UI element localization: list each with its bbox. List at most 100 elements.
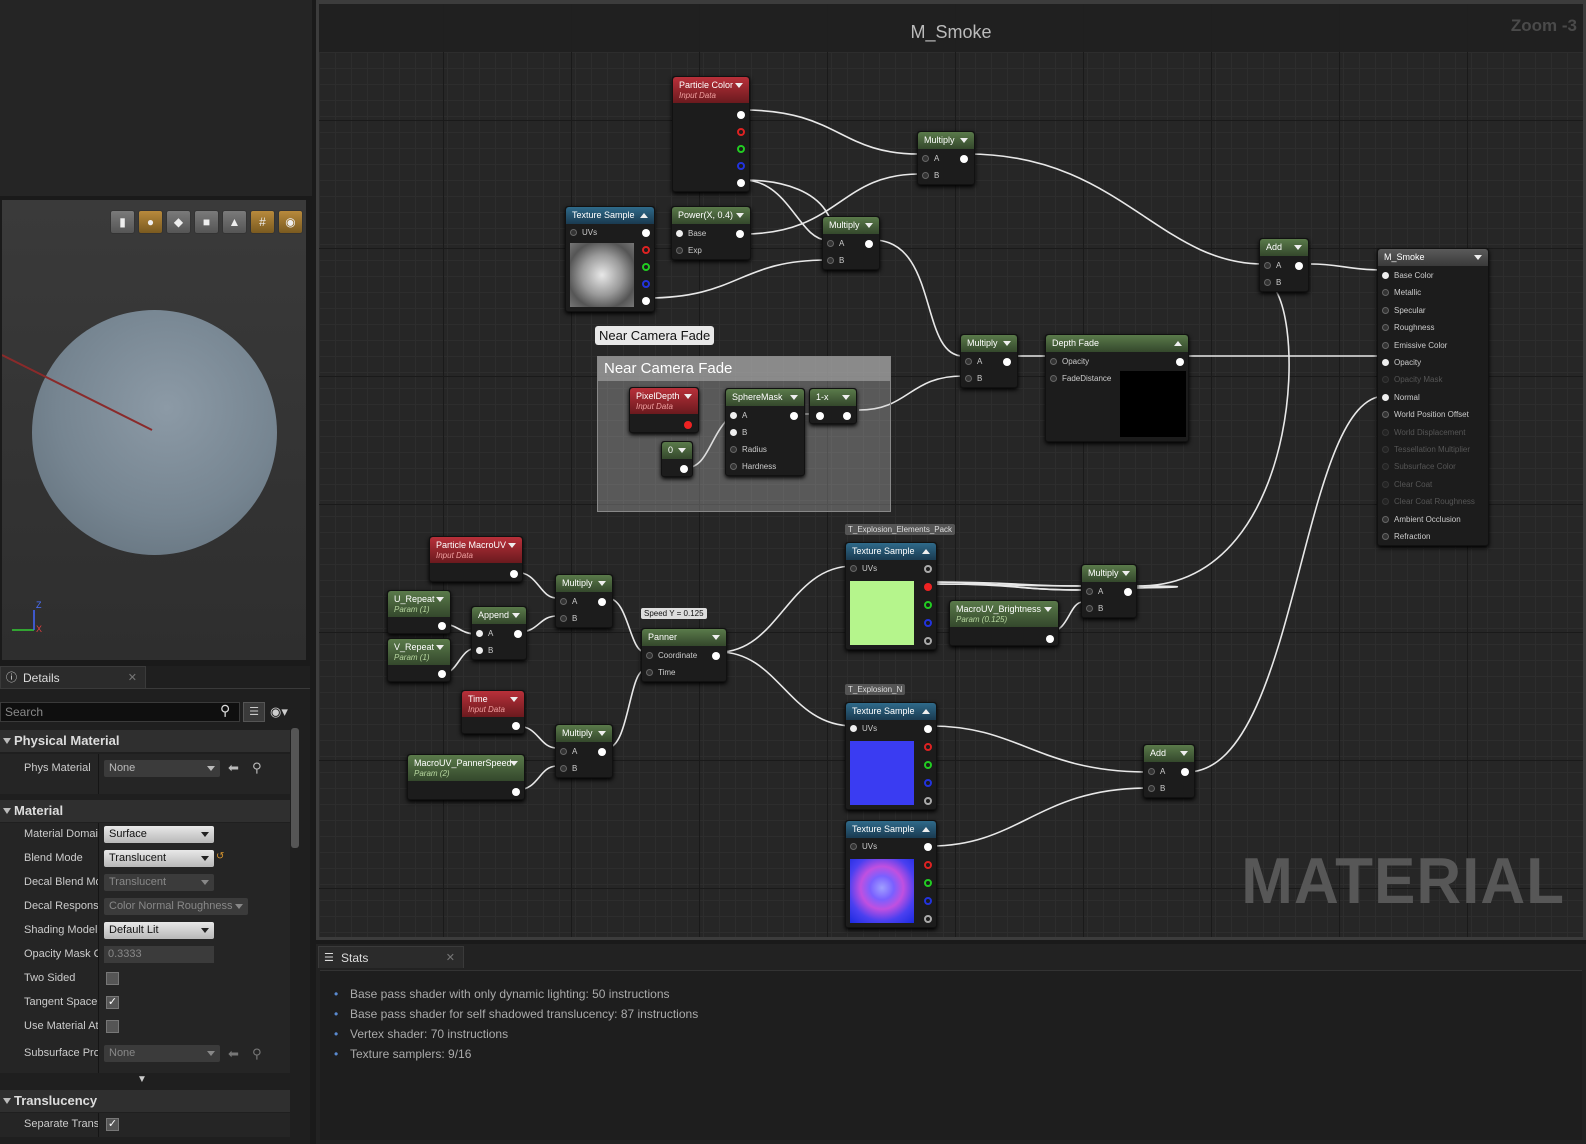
tab-details[interactable]: ⓘ Details ✕ — [0, 666, 146, 688]
node-multiply-macro[interactable]: Multiply A B — [555, 574, 613, 628]
result-pin[interactable]: Emissive Color — [1382, 341, 1447, 351]
pin-b[interactable]: B — [1086, 604, 1103, 614]
output-pin[interactable] — [642, 229, 650, 237]
details-search-input[interactable]: Search — [0, 702, 240, 722]
use-material-attributes-checkbox[interactable] — [106, 1020, 119, 1033]
node-multiply-top[interactable]: Multiply A B — [917, 131, 975, 185]
node-one-minus[interactable]: 1-x — [809, 388, 857, 424]
output-pin[interactable] — [1124, 588, 1132, 596]
output-pin[interactable] — [960, 155, 968, 163]
pin-time[interactable]: Time — [646, 668, 675, 678]
pin-a[interactable]: A — [827, 239, 844, 249]
pin-uvs[interactable]: UVs — [570, 228, 597, 238]
pin-b[interactable]: B — [1148, 784, 1165, 794]
node-multiply-fade[interactable]: Multiply A B — [960, 334, 1018, 388]
output-pin-a[interactable] — [642, 297, 650, 305]
result-pin[interactable]: Specular — [1382, 306, 1426, 316]
material-graph[interactable]: M_Smoke Zoom -3 Near Camera Fade Near Ca… — [316, 0, 1586, 940]
result-pin[interactable]: Metallic — [1382, 288, 1421, 298]
node-depth-fade[interactable]: Depth Fade Opacity FadeDistance — [1045, 334, 1189, 442]
output-pin[interactable] — [512, 788, 520, 796]
result-pin[interactable]: Subsurface Color — [1382, 462, 1456, 472]
output-pin[interactable] — [1003, 358, 1011, 366]
node-texture-sample-normal[interactable]: Texture Sample UVs — [845, 820, 937, 928]
category-material[interactable]: Material — [0, 800, 290, 822]
pin-uvs[interactable]: UVs — [850, 564, 877, 574]
pin-b[interactable]: B — [730, 428, 747, 438]
browse-search-icon[interactable]: ⚲ — [252, 760, 262, 776]
output-pin-r[interactable] — [924, 583, 932, 591]
node-sphere-mask[interactable]: SphereMask A B Radius Hardness — [725, 388, 805, 476]
blend-mode-dropdown[interactable]: Translucent — [104, 850, 214, 867]
material-domain-dropdown[interactable]: Surface — [104, 826, 214, 843]
output-pin-a[interactable] — [924, 915, 932, 923]
close-icon[interactable]: ✕ — [128, 667, 137, 689]
node-texture-sample-explosion-pack[interactable]: Texture Sample UVs — [845, 542, 937, 650]
output-pin[interactable] — [1176, 358, 1184, 366]
result-pin[interactable]: Roughness — [1382, 323, 1434, 333]
output-pin[interactable] — [510, 570, 518, 578]
result-pin[interactable]: Tessellation Multiplier — [1382, 445, 1470, 455]
pin-a[interactable]: A — [730, 411, 747, 421]
output-pin-b[interactable] — [924, 897, 932, 905]
output-pin[interactable] — [843, 412, 851, 420]
eye-icon[interactable]: ◉▾ — [270, 704, 288, 720]
node-v-repeat[interactable]: V_Repeat Param (1) — [387, 638, 451, 682]
pin-radius[interactable]: Radius — [730, 445, 767, 455]
node-pixel-depth[interactable]: PixelDepth Input Data — [629, 387, 699, 433]
node-constant-zero[interactable]: 0 — [661, 441, 693, 477]
node-macrouv-brightness[interactable]: MacroUV_Brightness Param (0.125) — [949, 600, 1059, 646]
output-pin[interactable] — [1181, 768, 1189, 776]
node-panner[interactable]: Panner Coordinate Time — [641, 628, 727, 682]
output-pin[interactable] — [924, 843, 932, 851]
pin-a[interactable]: A — [965, 357, 982, 367]
output-pin[interactable] — [598, 598, 606, 606]
node-append[interactable]: Append A B — [471, 606, 527, 660]
output-pin[interactable] — [1046, 635, 1054, 643]
pin-uvs[interactable]: UVs — [850, 842, 877, 852]
category-physical-material[interactable]: Physical Material — [0, 730, 290, 752]
use-selected-arrow-icon[interactable]: ⬅ — [228, 1046, 239, 1062]
output-pin[interactable] — [737, 111, 745, 119]
result-pin[interactable]: Opacity — [1382, 358, 1421, 368]
output-pin[interactable] — [684, 421, 692, 429]
node-texture-sample-explosion-n[interactable]: Texture Sample UVs — [845, 702, 937, 810]
output-pin[interactable] — [736, 230, 744, 238]
output-pin-g[interactable] — [924, 601, 932, 609]
pin-a[interactable]: A — [1148, 767, 1165, 777]
node-time[interactable]: Time Input Data — [461, 690, 525, 734]
result-pin[interactable]: Refraction — [1382, 532, 1430, 542]
shading-model-dropdown[interactable]: Default Lit — [104, 922, 214, 939]
tangent-space-checkbox[interactable]: ✓ — [106, 996, 119, 1009]
pin-a[interactable]: A — [476, 629, 493, 639]
pin-b[interactable]: B — [827, 256, 844, 266]
category-translucency[interactable]: Translucency — [0, 1090, 290, 1112]
output-pin-b[interactable] — [642, 280, 650, 288]
result-pin[interactable]: Ambient Occlusion — [1382, 515, 1461, 525]
pin-b[interactable]: B — [965, 374, 982, 384]
output-pin-a[interactable] — [924, 637, 932, 645]
output-pin-g[interactable] — [737, 145, 745, 153]
browse-search-icon[interactable]: ⚲ — [252, 1046, 262, 1062]
pin-b[interactable]: B — [476, 646, 493, 656]
output-pin[interactable] — [790, 412, 798, 420]
pin-fade-distance[interactable]: FadeDistance — [1050, 374, 1111, 384]
input-pin[interactable] — [816, 412, 824, 420]
separate-translucency-checkbox[interactable]: ✓ — [106, 1118, 119, 1131]
node-particle-color[interactable]: Particle Color Input Data — [672, 76, 750, 192]
output-pin[interactable] — [712, 652, 720, 660]
node-particle-macrouv[interactable]: Particle MacroUV Input Data — [429, 536, 523, 582]
decal-response-dropdown[interactable]: Color Normal Roughness — [104, 898, 248, 915]
output-pin[interactable] — [1295, 262, 1303, 270]
pin-b[interactable]: B — [922, 171, 939, 181]
output-pin[interactable] — [598, 748, 606, 756]
node-add-normal[interactable]: Add A B — [1143, 744, 1195, 798]
pin-a[interactable]: A — [1086, 587, 1103, 597]
result-pin[interactable]: Base Color — [1382, 271, 1434, 281]
output-pin[interactable] — [514, 630, 522, 638]
node-u-repeat[interactable]: U_Repeat Param (1) — [387, 590, 451, 634]
pin-b[interactable]: B — [1264, 278, 1281, 288]
output-pin-b[interactable] — [924, 779, 932, 787]
result-pin[interactable]: World Displacement — [1382, 428, 1465, 438]
details-scrollbar[interactable] — [291, 728, 299, 848]
